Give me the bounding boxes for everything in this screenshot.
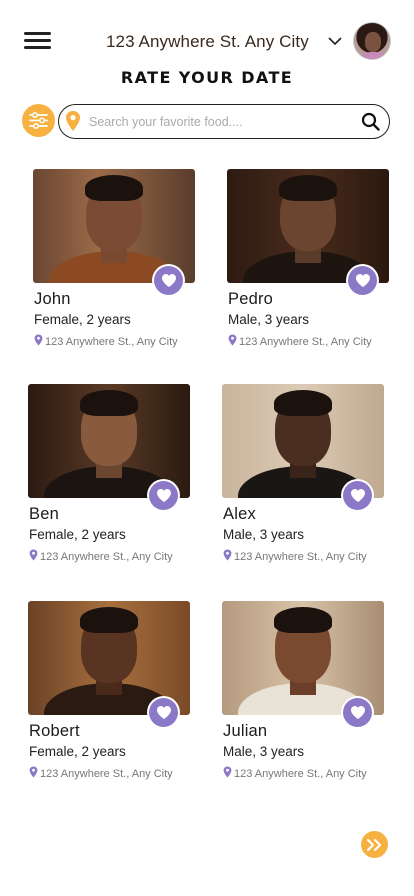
page-title: RATE YOUR DATE <box>120 68 294 87</box>
filter-button[interactable] <box>22 104 55 137</box>
favorite-button[interactable] <box>343 481 372 510</box>
profile-name: Julian <box>223 722 268 740</box>
favorite-button[interactable] <box>343 698 372 727</box>
heart-icon <box>156 489 171 502</box>
profile-card[interactable]: Robert Female, 2 years 123 Anywhere St.,… <box>28 601 198 791</box>
profile-card[interactable]: Alex Male, 3 years 123 Anywhere St., Any… <box>222 384 392 574</box>
profile-address: 123 Anywhere St., Any City <box>228 334 372 348</box>
favorite-button[interactable] <box>149 698 178 727</box>
profile-details: Male, 3 years <box>223 527 305 542</box>
profile-name: Ben <box>29 505 59 523</box>
heart-icon <box>350 489 365 502</box>
profile-name: John <box>34 290 71 308</box>
search-input[interactable] <box>89 112 351 132</box>
heart-icon <box>161 274 176 287</box>
profile-address: 123 Anywhere St., Any City <box>223 549 367 563</box>
profile-address: 123 Anywhere St., Any City <box>29 766 173 780</box>
map-pin-icon <box>223 766 232 778</box>
sliders-icon <box>29 112 48 129</box>
map-pin-icon <box>34 334 43 346</box>
profile-name: Pedro <box>228 290 274 308</box>
search-bar <box>58 104 390 139</box>
profile-card[interactable]: Pedro Male, 3 years 123 Anywhere St., An… <box>227 169 397 359</box>
profile-details: Female, 2 years <box>29 527 126 542</box>
heart-icon <box>350 706 365 719</box>
profile-card[interactable]: Julian Male, 3 years 123 Anywhere St., A… <box>222 601 392 791</box>
heart-icon <box>355 274 370 287</box>
map-pin-icon <box>29 766 38 778</box>
profile-name: Alex <box>223 505 256 523</box>
profile-details: Male, 3 years <box>228 312 310 327</box>
map-pin-icon <box>29 549 38 561</box>
profile-name: Robert <box>29 722 80 740</box>
heart-icon <box>156 706 171 719</box>
profile-address: 123 Anywhere St., Any City <box>29 549 173 563</box>
map-pin-icon <box>223 549 232 561</box>
menu-icon[interactable] <box>24 30 52 52</box>
profile-card[interactable]: Ben Female, 2 years 123 Anywhere St., An… <box>28 384 198 574</box>
profile-details: Female, 2 years <box>29 744 126 759</box>
map-pin-icon <box>66 111 80 131</box>
avatar[interactable] <box>353 22 391 60</box>
search-icon[interactable] <box>361 112 380 131</box>
profile-details: Female, 2 years <box>34 312 131 327</box>
favorite-button[interactable] <box>154 266 183 295</box>
profile-details: Male, 3 years <box>223 744 305 759</box>
favorite-button[interactable] <box>149 481 178 510</box>
next-page-button[interactable] <box>361 831 388 858</box>
double-chevron-right-icon <box>366 838 382 851</box>
profile-address: 123 Anywhere St., Any City <box>34 334 178 348</box>
favorite-button[interactable] <box>348 266 377 295</box>
chevron-down-icon[interactable] <box>327 35 343 47</box>
profile-card[interactable]: John Female, 2 years 123 Anywhere St., A… <box>33 169 203 359</box>
map-pin-icon <box>228 334 237 346</box>
location-label[interactable]: 123 Anywhere St. Any City <box>106 32 309 52</box>
profile-address: 123 Anywhere St., Any City <box>223 766 367 780</box>
